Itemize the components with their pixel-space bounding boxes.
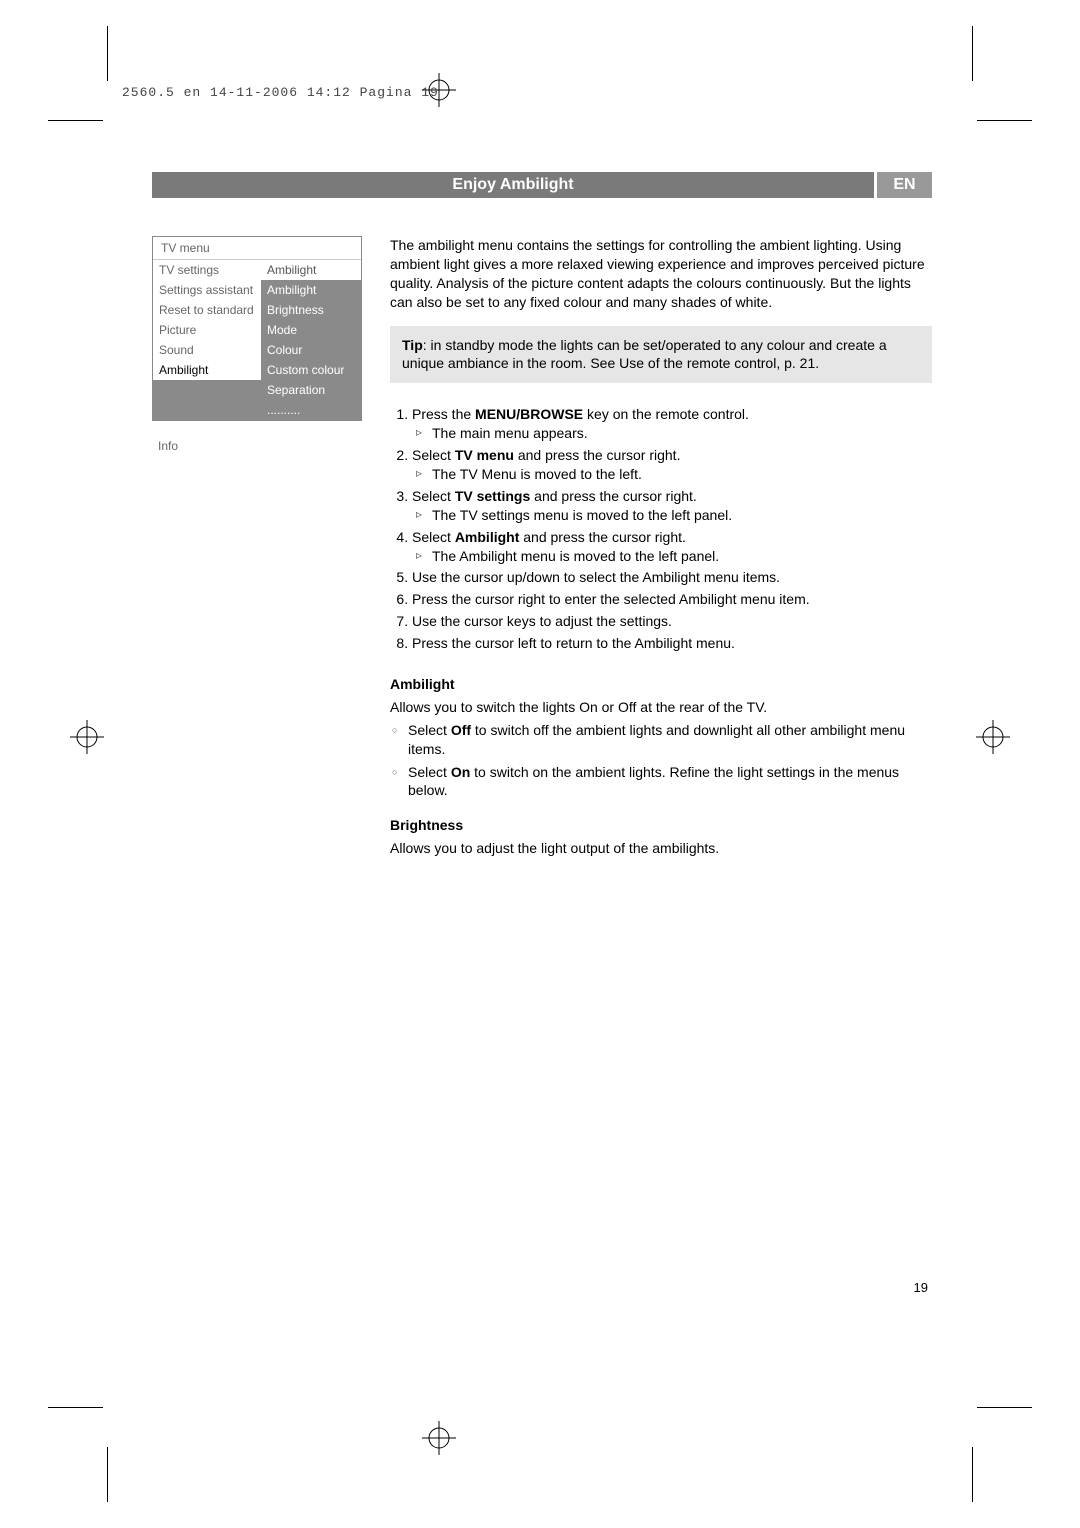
section-brightness-title: Brightness <box>390 816 932 835</box>
step-4: Select Ambilight and press the cursor ri… <box>412 528 932 566</box>
section-brightness-intro: Allows you to adjust the light output of… <box>390 839 932 858</box>
registration-mark-icon <box>422 1421 456 1455</box>
tv-menu-panel: TV menu TV settings Ambilight Settings a… <box>152 236 362 421</box>
opt-off: Select Off to switch off the ambient lig… <box>408 721 932 759</box>
submenu-item-brightness: Brightness <box>261 300 361 320</box>
submenu-item-mode: Mode <box>261 320 361 340</box>
section-ambilight-title: Ambilight <box>390 675 932 694</box>
opt-on: Select On to switch on the ambient light… <box>408 763 932 801</box>
submenu-item-ambilight: Ambilight <box>261 280 361 300</box>
registration-mark-icon <box>976 720 1010 754</box>
steps-list: Press the MENU/BROWSE key on the remote … <box>390 405 932 653</box>
title-bar: Enjoy Ambilight EN <box>152 172 932 198</box>
submenu-item-colour: Colour <box>261 340 361 360</box>
menu-item-tv-settings: TV settings <box>153 260 261 280</box>
menu-item-reset: Reset to standard <box>153 300 261 320</box>
step-7: Use the cursor keys to adjust the settin… <box>412 612 932 631</box>
menu-empty <box>153 400 261 420</box>
info-label: Info <box>158 439 362 453</box>
step-5: Use the cursor up/down to select the Amb… <box>412 568 932 587</box>
step-3: Select TV settings and press the cursor … <box>412 487 932 525</box>
ambilight-options: Select Off to switch off the ambient lig… <box>390 721 932 801</box>
menu-empty <box>153 380 261 400</box>
page-title: Enjoy Ambilight <box>152 172 874 198</box>
submenu-item-custom-colour: Custom colour <box>261 360 361 380</box>
submenu-item-more: .......... <box>261 400 361 420</box>
step-6: Press the cursor right to enter the sele… <box>412 590 932 609</box>
step-2: Select TV menu and press the cursor righ… <box>412 446 932 484</box>
menu-item-settings-assistant: Settings assistant <box>153 280 261 300</box>
tip-box: Tip: in standby mode the lights can be s… <box>390 326 932 384</box>
tip-label: Tip <box>402 337 423 353</box>
step-8: Press the cursor left to return to the A… <box>412 634 932 653</box>
menu-item-ambilight-selected: Ambilight <box>153 360 261 380</box>
page-number: 19 <box>914 1280 928 1295</box>
step-1: Press the MENU/BROWSE key on the remote … <box>412 405 932 443</box>
submenu-item-separation: Separation <box>261 380 361 400</box>
intro-text: The ambilight menu contains the settings… <box>390 236 932 312</box>
menu-item-picture: Picture <box>153 320 261 340</box>
registration-mark-icon <box>70 720 104 754</box>
document-meta: 2560.5 en 14-11-2006 14:12 Pagina 19 <box>122 85 439 100</box>
submenu-header: Ambilight <box>261 260 361 280</box>
language-tag: EN <box>877 172 932 198</box>
tip-body: : in standby mode the lights can be set/… <box>402 337 887 372</box>
menu-header: TV menu <box>153 237 361 260</box>
menu-item-sound: Sound <box>153 340 261 360</box>
section-ambilight-intro: Allows you to switch the lights On or Of… <box>390 698 932 717</box>
